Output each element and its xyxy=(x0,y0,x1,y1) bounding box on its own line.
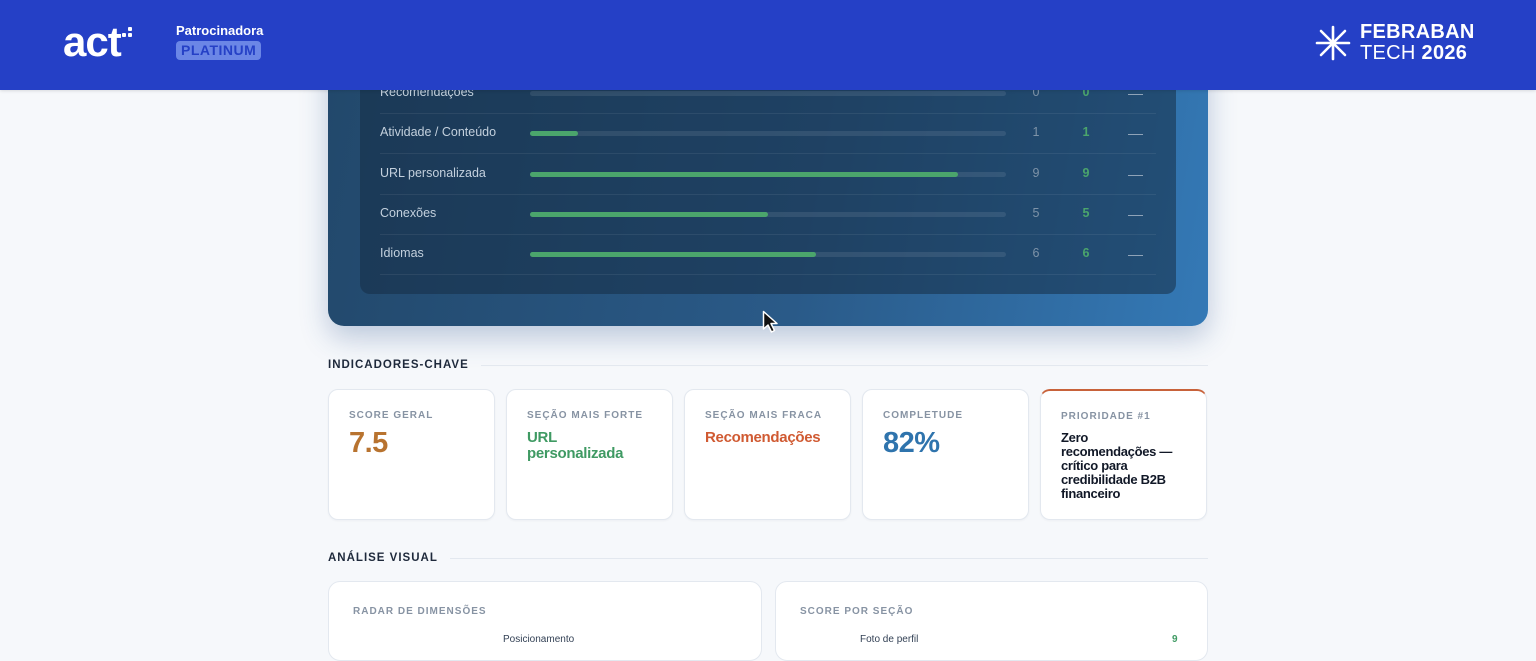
event-name: FEBRABAN TECH 2026 xyxy=(1360,22,1475,64)
breakdown-bar-track xyxy=(530,171,1006,177)
kpi-card-weakest[interactable]: SEÇÃO MAIS FRACA Recomendações xyxy=(684,389,851,520)
score-panel-title: SCORE POR SEÇÃO xyxy=(800,606,914,617)
breakdown-row-value: 5 xyxy=(1032,205,1040,220)
sponsor-tier-badge: PLATINUM xyxy=(176,41,262,60)
indicators-section-title: INDICADORES-CHAVE xyxy=(328,359,1208,371)
event-name-line1: FEBRABAN xyxy=(1360,21,1475,43)
breakdown-bar-fill xyxy=(530,252,816,258)
breakdown-row-dash xyxy=(1128,255,1143,257)
breakdown-row-score: 1 xyxy=(1082,125,1090,140)
sponsor-label: Patrocinadora xyxy=(176,23,264,38)
kpi-value-priority: Zero recomendações — crítico para credib… xyxy=(1061,430,1173,501)
radar-panel-title: RADAR DE DIMENSÕES xyxy=(353,606,487,617)
kpi-card-score[interactable]: SCORE GERAL 7.5 xyxy=(328,389,495,520)
kpi-card-completeness[interactable]: COMPLETUDE 82% xyxy=(862,389,1029,520)
breakdown-row-value: 1 xyxy=(1032,125,1040,140)
breakdown-row: Atividade / Conteúdo 1 1 xyxy=(380,113,1156,155)
breakdown-row-dash xyxy=(1128,214,1143,216)
section-divider xyxy=(480,364,1208,366)
section-divider xyxy=(449,557,1208,559)
visual-title-text: ANÁLISE VISUAL xyxy=(328,552,438,564)
breakdown-bar-fill xyxy=(530,131,578,137)
event-logo[interactable]: FEBRABAN TECH 2026 xyxy=(1314,22,1475,64)
breakdown-bar-track xyxy=(530,131,1006,137)
kpi-value-completeness: 82% xyxy=(883,427,940,459)
act-logo[interactable]: act xyxy=(63,20,132,64)
breakdown-bar-track xyxy=(530,252,1006,258)
score-category-value: 9 xyxy=(1172,634,1178,645)
event-name-line2: TECH 2026 xyxy=(1360,43,1475,64)
breakdown-row-label: Atividade / Conteúdo xyxy=(380,125,497,140)
kpi-label: SEÇÃO MAIS FRACA xyxy=(705,410,823,421)
kpi-cards: SCORE GERAL 7.5 SEÇÃO MAIS FORTE URL per… xyxy=(328,389,1208,520)
breakdown-bar-track xyxy=(530,211,1006,217)
kpi-label: SEÇÃO MAIS FORTE xyxy=(527,410,644,421)
act-logo-dots-icon xyxy=(121,27,132,37)
kpi-value-strongest: URL personalizada xyxy=(527,429,624,462)
kpi-value-weakest: Recomendações xyxy=(705,429,821,446)
mouse-cursor-icon xyxy=(762,310,778,333)
visual-section-title: ANÁLISE VISUAL xyxy=(328,552,1208,564)
kpi-card-priority[interactable]: PRIORIDADE #1 Zero recomendações — críti… xyxy=(1040,389,1207,520)
kpi-label: SCORE GERAL xyxy=(349,410,434,421)
breakdown-row-score: 5 xyxy=(1082,205,1090,220)
event-year: 2026 xyxy=(1421,42,1468,64)
breakdown-row-label: URL personalizada xyxy=(380,165,486,180)
breakdown-row: Conexões 5 5 xyxy=(380,194,1156,235)
top-header: act Patrocinadora PLATINUM FEBRABAN TECH… xyxy=(0,0,1536,90)
febraban-star-icon xyxy=(1315,25,1351,61)
act-logo-text: act xyxy=(63,18,122,65)
breakdown-row-dash xyxy=(1128,94,1143,95)
breakdown-row-label: Idiomas xyxy=(380,246,424,261)
breakdown-row-dash xyxy=(1128,174,1143,176)
breakdown-row: Idiomas 6 6 xyxy=(380,234,1156,276)
kpi-label: PRIORIDADE #1 xyxy=(1061,411,1151,422)
kpi-label: COMPLETUDE xyxy=(883,410,963,421)
breakdown-row-value: 9 xyxy=(1032,165,1040,180)
kpi-card-strongest[interactable]: SEÇÃO MAIS FORTE URL personalizada xyxy=(506,389,673,520)
breakdown-bar-track xyxy=(530,91,1006,96)
breakdown-row-dash xyxy=(1128,134,1143,136)
radar-axis-label: Posicionamento xyxy=(503,634,575,645)
breakdown-row-value: 6 xyxy=(1032,246,1040,261)
kpi-value-score: 7.5 xyxy=(349,427,388,459)
breakdown-row: URL personalizada 9 9 xyxy=(380,154,1156,195)
score-category-label: Foto de perfil xyxy=(860,634,919,645)
breakdown-row-label: Conexões xyxy=(380,205,437,220)
sponsor-block: Patrocinadora PLATINUM xyxy=(176,23,263,60)
breakdown-bar-fill xyxy=(530,211,768,217)
score-panel: SCORE POR SEÇÃO Foto de perfil 9 xyxy=(775,581,1208,661)
breakdown-row-score: 9 xyxy=(1082,165,1090,180)
indicators-title-text: INDICADORES-CHAVE xyxy=(328,359,469,371)
breakdown-row-score: 6 xyxy=(1082,246,1090,261)
radar-panel: RADAR DE DIMENSÕES Posicionamento xyxy=(328,581,762,661)
event-name-tech: TECH xyxy=(1360,42,1416,64)
breakdown-bar-fill xyxy=(530,171,958,177)
